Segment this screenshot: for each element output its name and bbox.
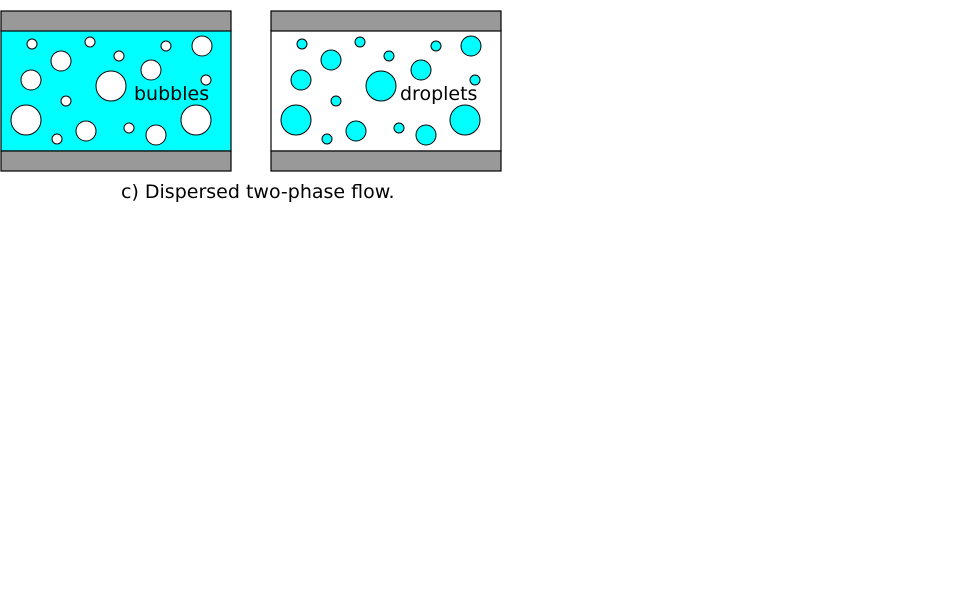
bubble-13 bbox=[51, 133, 63, 145]
bubbles-panel: bubbles bbox=[0, 10, 232, 172]
droplet-15 bbox=[393, 122, 405, 134]
bubble-6 bbox=[191, 35, 213, 57]
droplet-7 bbox=[290, 69, 312, 91]
droplet-3 bbox=[354, 36, 366, 48]
droplet-17 bbox=[449, 104, 481, 136]
bubble-17 bbox=[180, 104, 212, 136]
droplet-13 bbox=[321, 133, 333, 145]
two-phase-flow-diagram: bubbles droplets bbox=[0, 10, 502, 172]
droplet-14 bbox=[345, 120, 367, 142]
droplet-11 bbox=[330, 95, 342, 107]
droplet-12 bbox=[280, 104, 312, 136]
droplet-5 bbox=[430, 40, 442, 52]
bubbles-label: bubbles bbox=[134, 83, 209, 105]
droplet-8 bbox=[365, 70, 397, 102]
bubble-4 bbox=[113, 50, 125, 62]
droplet-1 bbox=[296, 38, 308, 50]
droplet-9 bbox=[410, 59, 432, 81]
bubble-7 bbox=[20, 69, 42, 91]
bubble-3 bbox=[84, 36, 96, 48]
bubbles-top-wall bbox=[0, 10, 232, 32]
bubble-8 bbox=[95, 70, 127, 102]
bubble-11 bbox=[60, 95, 72, 107]
droplet-6 bbox=[460, 35, 482, 57]
bubble-2 bbox=[50, 50, 72, 72]
bubble-1 bbox=[26, 38, 38, 50]
droplet-4 bbox=[383, 50, 395, 62]
droplet-16 bbox=[415, 124, 437, 146]
bubbles-bottom-wall bbox=[0, 150, 232, 172]
droplets-bottom-wall bbox=[270, 150, 502, 172]
bubble-14 bbox=[75, 120, 97, 142]
bubble-12 bbox=[10, 104, 42, 136]
droplets-label: droplets bbox=[400, 83, 477, 105]
droplets-top-wall bbox=[270, 10, 502, 32]
bubble-9 bbox=[140, 59, 162, 81]
figure-caption: c) Dispersed two-phase flow. bbox=[121, 181, 395, 203]
bubble-5 bbox=[160, 40, 172, 52]
droplet-2 bbox=[320, 49, 342, 71]
bubble-15 bbox=[123, 122, 135, 134]
bubble-16 bbox=[145, 124, 167, 146]
droplets-panel: droplets bbox=[270, 10, 502, 172]
